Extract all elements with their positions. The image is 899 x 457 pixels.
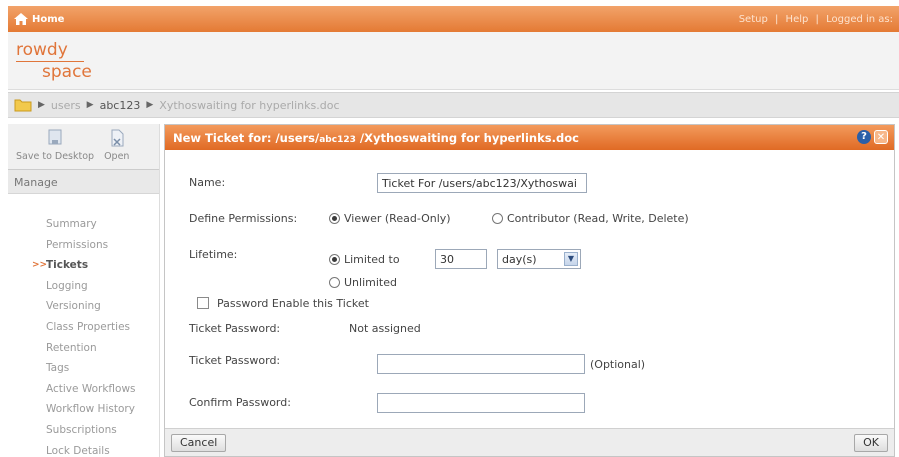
open-label: Open [104,151,130,162]
top-bar: Home Setup | Help | Logged in as: [8,6,899,32]
sidebar-item-class-properties[interactable]: Class Properties [46,317,159,338]
radio-selected-icon [329,254,340,265]
home-icon [14,13,28,25]
dialog-window-buttons: ? ✕ [857,130,888,144]
limited-days-input[interactable]: 30 [435,249,487,269]
ticket-password-status: Not assigned [349,322,421,335]
breadcrumb-file[interactable]: Xythoswaiting for hyperlinks.doc [159,99,339,112]
permissions-label: Define Permissions: [189,212,298,225]
contributor-label: Contributor (Read, Write, Delete) [507,212,689,225]
confirm-password-label: Confirm Password: [189,396,291,409]
dialog-title-user: abc123 [319,135,356,145]
save-to-desktop-label: Save to Desktop [16,151,95,162]
sidebar-item-tags[interactable]: Tags [46,358,159,379]
breadcrumb-arrow-icon: ▶ [146,100,154,110]
sidebar-item-subscriptions[interactable]: Subscriptions [46,420,159,441]
sidebar-item-label: Tickets [46,259,89,272]
help-link[interactable]: Help [786,14,809,25]
home-label: Home [32,13,65,25]
name-label: Name: [189,176,226,189]
logo-line1: rowdy [16,40,68,60]
dialog-footer: Cancel OK [165,428,894,456]
logo: rowdy space [16,42,92,81]
home-link[interactable]: Home [14,13,64,25]
link-separator: | [815,14,819,25]
close-icon[interactable]: ✕ [874,130,888,144]
unlimited-radio[interactable]: Unlimited [329,276,397,289]
open-icon [111,129,124,147]
top-links: Setup | Help | Logged in as: [735,14,893,25]
confirm-password-input[interactable] [377,393,585,413]
sidebar-toolbar: Save to Desktop Open [8,124,159,170]
limited-radio[interactable]: Limited to [329,253,400,266]
sidebar-item-retention[interactable]: Retention [46,338,159,359]
sidebar-item-summary[interactable]: Summary [46,214,159,235]
optional-label: (Optional) [590,358,646,371]
dialog-title-prefix: New Ticket for: /users/ [173,131,320,145]
active-arrow-icon: >> [32,260,48,271]
save-icon [48,129,62,145]
contributor-radio[interactable]: Contributor (Read, Write, Delete) [492,212,689,225]
logo-area: rowdy space [8,32,899,90]
sidebar-item-active-workflows[interactable]: Active Workflows [46,379,159,400]
chevron-down-icon: ▼ [564,252,578,266]
dialog-title: New Ticket for: /users/abc123 /Xythoswai… [165,125,894,150]
link-separator: | [774,14,779,25]
breadcrumb: ▶ users ▶ abc123 ▶ Xythoswaiting for hyp… [8,92,899,118]
radio-selected-icon [329,213,340,224]
sidebar: Save to Desktop Open Manage Summary Perm… [8,124,160,457]
limited-label: Limited to [344,253,400,266]
radio-unselected-icon [492,213,503,224]
sidebar-item-permissions[interactable]: Permissions [46,235,159,256]
sidebar-item-logging[interactable]: Logging [46,276,159,297]
password-enable-checkbox[interactable] [197,297,209,309]
folder-icon[interactable] [14,98,32,112]
ticket-password-input[interactable] [377,354,585,374]
sidebar-item-workflow-history[interactable]: Workflow History [46,399,159,420]
breadcrumb-users[interactable]: users [51,99,81,112]
lifetime-unit-value: day(s) [502,253,537,266]
unlimited-label: Unlimited [344,276,397,289]
open-button[interactable]: Open [104,124,129,169]
name-input[interactable]: Ticket For /users/abc123/Xythoswai [377,173,587,193]
save-to-desktop-button[interactable]: Save to Desktop [16,124,94,169]
dialog-title-suffix: /Xythoswaiting for hyperlinks.doc [355,131,579,145]
manage-heading: Manage [8,170,159,194]
ticket-password-input-label: Ticket Password: [189,354,281,367]
setup-link[interactable]: Setup [739,14,768,25]
password-enable-label: Password Enable this Ticket [217,297,369,310]
radio-unselected-icon [329,277,340,288]
logged-in-label: Logged in as: [826,14,893,25]
sidebar-item-lock-details[interactable]: Lock Details [46,441,159,457]
sidebar-item-versioning[interactable]: Versioning [46,296,159,317]
logo-line2: space [42,62,92,82]
breadcrumb-arrow-icon: ▶ [86,100,94,110]
sidebar-item-tickets[interactable]: >> Tickets [32,255,159,276]
breadcrumb-abc123[interactable]: abc123 [100,99,141,112]
viewer-label: Viewer (Read-Only) [344,212,451,225]
breadcrumb-arrow-icon: ▶ [38,100,45,110]
lifetime-unit-select[interactable]: day(s) ▼ [497,249,581,269]
ticket-password-label: Ticket Password: [189,322,281,335]
cancel-button[interactable]: Cancel [171,434,227,452]
viewer-radio[interactable]: Viewer (Read-Only) [329,212,451,225]
lifetime-label: Lifetime: [189,248,238,261]
manage-menu: Summary Permissions >> Tickets Logging V… [8,194,159,457]
help-icon[interactable]: ? [857,130,871,144]
new-ticket-dialog: New Ticket for: /users/abc123 /Xythoswai… [164,124,895,457]
ok-button[interactable]: OK [854,434,888,452]
